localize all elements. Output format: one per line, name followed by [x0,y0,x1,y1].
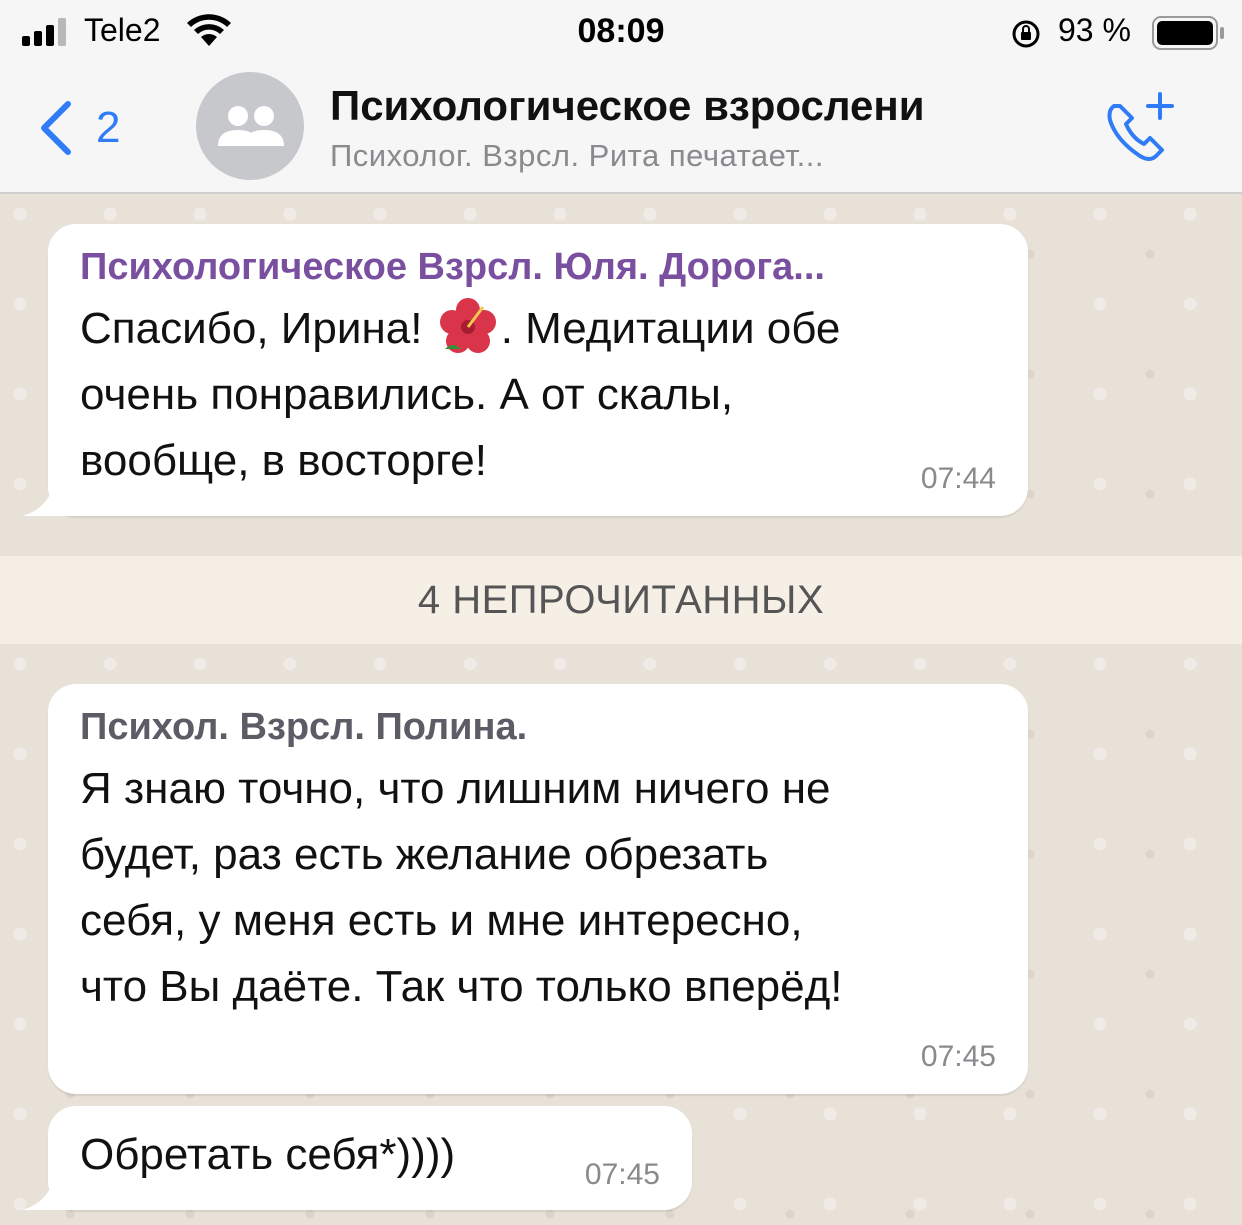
message-text-line: что Вы даёте. Так что только вперёд! [80,962,843,1011]
battery-icon [1152,16,1224,50]
unread-divider: 4 НЕПРОЧИТАННЫХ [0,556,1242,644]
message-bubble[interactable]: Психологическое Взрсл. Юля. Дорога... Сп… [22,224,1028,516]
back-button[interactable]: 2 [36,96,120,160]
status-bar: Tele2 08:09 93 % [0,0,1242,66]
group-icon [218,106,284,146]
hibiscus-emoji-icon [439,298,496,353]
message-text: Спасибо, Ирина! . Медитации обе очень по… [80,296,840,494]
typing-status: Психолог. Взрсл. Рита печатает... [330,138,824,173]
unread-chats-count: 2 [96,103,121,152]
message-time: 07:45 [584,1158,660,1191]
chat-area[interactable]: Психологическое Взрсл. Юля. Дорога... Сп… [0,194,1242,1225]
bubble-tail [22,1180,82,1210]
battery-percent: 93 % [1058,12,1131,48]
message-text-part: Спасибо, Ирина! [80,304,423,353]
unread-label: 4 НЕПРОЧИТАННЫХ [417,577,825,622]
add-call-icon[interactable] [1100,90,1180,166]
message-time: 07:45 [920,1040,996,1073]
group-avatar[interactable] [196,72,304,180]
message-bubble[interactable]: Психол. Взрсл. Полина. Я знаю точно, что… [48,684,1028,1094]
sender-name[interactable]: Психологическое Взрсл. Юля. Дорога... [80,246,825,289]
sender-name[interactable]: Психол. Взрсл. Полина. [80,706,527,749]
message-text-line: себя, у меня есть и мне интересно, [80,896,803,945]
chat-title[interactable]: Психологическое взрослени [330,82,925,130]
rotation-lock-icon [1012,20,1040,48]
message-text: Обретать себя*)))) [80,1130,456,1179]
bubble-tail [22,486,82,516]
clock: 08:09 [577,12,665,50]
chevron-left-icon [41,101,71,155]
message-text-line: будет, раз есть желание обрезать [80,830,769,879]
message-text-line: вообще, в восторге! [80,436,487,485]
message-bubble[interactable]: Обретать себя*)))) 07:45 [22,1106,692,1210]
message-text-line: очень понравились. А от скалы, [80,370,734,419]
message-text-line: Я знаю точно, что лишним ничего не [80,764,831,813]
message-text: Я знаю точно, что лишним ничего не будет… [80,756,843,1020]
message-time: 07:44 [920,462,996,495]
chat-header: 2 Психологическое взрослени Психолог. Вз… [0,66,1242,194]
message-text-part: . Медитации обе [500,304,841,353]
